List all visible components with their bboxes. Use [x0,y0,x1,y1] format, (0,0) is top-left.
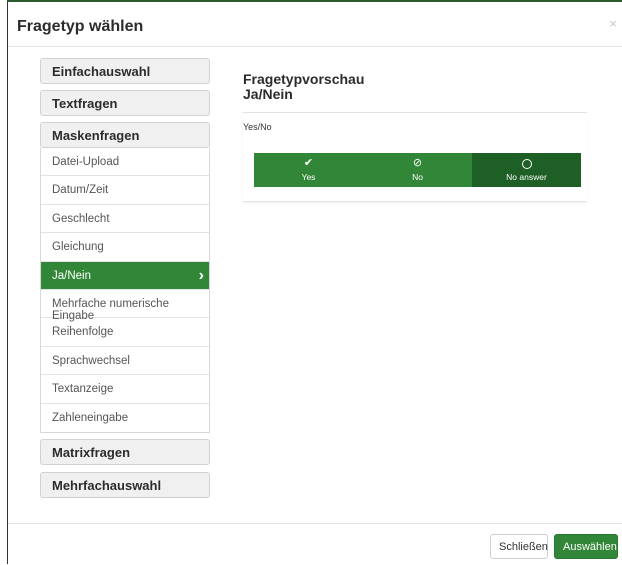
list-item-label: Geschlecht [52,212,110,225]
dialog-header: Fragetyp wählen × [8,2,622,47]
preview-type: Ja/Nein [243,86,293,102]
list-item[interactable]: Geschlecht [41,205,209,234]
list-item-label: Gleichung [52,241,104,254]
maskenfragen-list: Datei-Upload Datum/Zeit Geschlecht Gleic… [40,148,210,433]
close-button[interactable]: Schließen [490,534,548,559]
list-item[interactable]: Textanzeige [41,375,209,404]
ban-icon: ⊘ [412,157,423,169]
dialog-title: Fragetyp wählen [17,18,144,35]
list-item[interactable]: Reihenfolge [41,318,209,347]
list-item-label: Reihenfolge [52,326,114,339]
group-matrixfragen[interactable]: Matrixfragen [40,439,210,465]
group-maskenfragen[interactable]: Maskenfragen [40,122,210,148]
list-item-label: Sprachwechsel [52,354,130,367]
list-item-label: Textanzeige [52,383,114,396]
group-textfragen[interactable]: Textfragen [40,90,210,116]
answer-label: Yes [301,172,316,182]
list-item[interactable]: Datei-Upload [41,148,209,177]
answer-label: No answer [506,171,547,182]
list-item-label: Datei-Upload [52,156,120,168]
answer-yes-button[interactable]: ✔ Yes [254,153,363,187]
answer-label: No [412,172,423,182]
answer-no-button[interactable]: ⊘ No [363,153,472,187]
question-text: Yes/No [243,122,272,132]
list-item-active[interactable]: Ja/Nein › [41,261,209,290]
circle-icon [521,158,532,169]
close-icon[interactable]: × [609,16,617,31]
list-item[interactable]: Gleichung [41,233,209,262]
list-item[interactable]: Sprachwechsel [41,347,209,376]
answer-no-answer-button[interactable]: No answer [472,153,581,187]
question-preview: Yes/No ✔ Yes ⊘ No No answer [243,112,587,202]
group-mehrfachauswahl[interactable]: Mehrfachauswahl [40,472,210,498]
list-item[interactable]: Mehrfache numerische Eingabe [41,290,209,322]
preview-heading: Fragetypvorschau [243,71,365,87]
preview-title: Fragetypvorschau Ja/Nein [243,72,364,102]
answer-button-group: ✔ Yes ⊘ No No answer [254,153,581,187]
dialog-footer: Schließen Auswählen [8,523,622,565]
list-item[interactable]: Datum/Zeit [41,176,209,205]
chevron-right-icon: › [198,266,204,284]
list-item-label: Ja/Nein [52,269,91,282]
list-item[interactable]: Zahleneingabe [41,404,209,432]
list-item-label: Datum/Zeit [52,184,109,197]
question-type-dialog: Fragetyp wählen × Einfachauswahl Textfra… [8,2,622,564]
check-icon: ✔ [303,157,314,169]
select-button[interactable]: Auswählen [554,534,618,559]
list-item-label: Zahleneingabe [52,411,129,424]
group-einfachauswahl[interactable]: Einfachauswahl [40,58,210,84]
